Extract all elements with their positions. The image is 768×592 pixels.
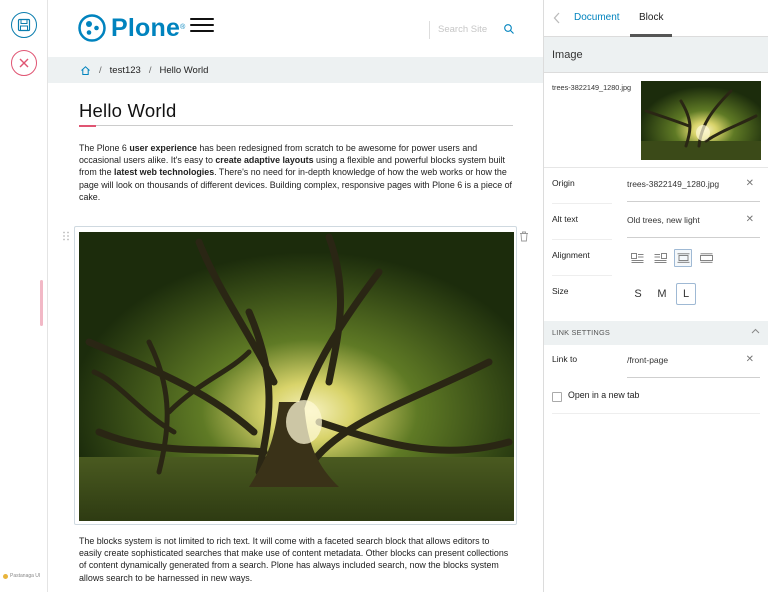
clear-link-icon[interactable]: ✕: [746, 354, 754, 365]
size-label: Size: [552, 286, 569, 296]
origin-value: trees-3822149_1280.jpg: [627, 179, 720, 189]
bold-text-run: create adaptive layouts: [215, 155, 314, 166]
align-left-icon: [630, 253, 643, 263]
size-options: S M L: [628, 283, 696, 305]
search-box: [429, 21, 529, 39]
logo-text: Plone®: [111, 14, 186, 42]
image-preview-row: trees-3822149_1280.jpg: [544, 73, 768, 168]
align-full-button[interactable]: [697, 249, 715, 267]
tree-image: [79, 232, 514, 521]
align-left-button[interactable]: [628, 249, 646, 267]
breadcrumb-item[interactable]: test123: [110, 65, 141, 76]
drag-handle-icon[interactable]: [62, 231, 70, 241]
cancel-button[interactable]: [11, 50, 37, 76]
link-to-input[interactable]: /front-page ✕: [627, 346, 760, 378]
bulb-icon: [3, 573, 8, 579]
breadcrumb-separator: /: [99, 64, 102, 76]
align-right-button[interactable]: [651, 249, 669, 267]
align-center-button[interactable]: [674, 249, 692, 267]
home-icon[interactable]: [80, 65, 91, 76]
alignment-options: [628, 249, 715, 267]
main-content: Plone® / test123 / Hello World Hello Wor…: [48, 0, 543, 592]
sidebar-section-title: Image: [544, 37, 768, 73]
site-logo[interactable]: Plone®: [78, 14, 185, 42]
text-block-1[interactable]: The Plone 6 user experience has been red…: [79, 142, 513, 203]
link-settings-header[interactable]: LINK SETTINGS: [544, 321, 768, 345]
edit-toolbar: Pastanaga UI: [0, 0, 48, 592]
powered-by: Pastanaga UI: [3, 573, 40, 579]
text-block-2[interactable]: The blocks system is not limited to rich…: [79, 535, 513, 584]
bold-text-run: latest web technologies: [114, 167, 215, 178]
menu-button[interactable]: [190, 18, 214, 33]
origin-label: Origin: [552, 178, 575, 188]
alt-text-input[interactable]: Old trees, new light ✕: [627, 206, 760, 238]
image-thumbnail: [641, 81, 761, 160]
powered-by-label: Pastanaga UI: [10, 573, 41, 579]
tab-document[interactable]: Document: [574, 12, 620, 23]
image-block[interactable]: [74, 226, 517, 525]
close-icon: [19, 58, 29, 68]
link-to-field: Link to /front-page ✕: [552, 346, 762, 380]
text-run: The Plone 6: [79, 143, 130, 153]
open-new-tab-label: Open in a new tab: [568, 390, 640, 400]
clear-alt-icon[interactable]: ✕: [746, 214, 754, 225]
size-large-button[interactable]: L: [676, 283, 696, 305]
chevron-left-icon[interactable]: [552, 12, 562, 24]
link-settings-title: LINK SETTINGS: [552, 328, 611, 337]
search-input[interactable]: [438, 22, 508, 37]
image-filename: trees-3822149_1280.jpg: [552, 83, 632, 92]
search-icon[interactable]: [503, 23, 515, 35]
plone-logo-icon: [78, 14, 106, 42]
open-new-tab-checkbox[interactable]: [552, 392, 562, 402]
align-full-icon: [699, 253, 713, 263]
tab-block[interactable]: Block: [639, 12, 663, 23]
document-body: Hello World The Plone 6 user experience …: [79, 100, 513, 203]
block-sidebar: Document Block Image trees-3822149_1280.…: [543, 0, 768, 592]
page-title[interactable]: Hello World: [79, 100, 513, 127]
breadcrumb-current: Hello World: [159, 64, 209, 76]
breadcrumb-separator: /: [148, 64, 152, 76]
origin-input[interactable]: trees-3822149_1280.jpg ✕: [627, 170, 760, 202]
size-medium-button[interactable]: M: [652, 283, 672, 305]
align-center-icon: [677, 253, 689, 263]
align-right-icon: [654, 253, 667, 263]
toolbar-scroll-indicator: [40, 280, 43, 326]
open-new-tab-option[interactable]: Open in a new tab: [552, 390, 760, 414]
alignment-label: Alignment: [552, 250, 590, 260]
chevron-up-icon[interactable]: [751, 327, 760, 336]
clear-origin-icon[interactable]: ✕: [746, 178, 754, 189]
trash-icon[interactable]: [519, 231, 529, 242]
link-to-value: /front-page: [627, 355, 669, 365]
origin-field: Origin trees-3822149_1280.jpg ✕: [552, 170, 762, 204]
link-to-label: Link to: [552, 354, 578, 364]
save-icon: [17, 18, 31, 32]
sidebar-tabs: Document Block: [544, 0, 768, 37]
save-button[interactable]: [11, 12, 37, 38]
size-small-button[interactable]: S: [628, 283, 648, 305]
breadcrumb: / test123 / Hello World: [48, 57, 543, 83]
bold-text-run: user experience: [129, 143, 197, 153]
alt-text-field: Alt text Old trees, new light ✕: [552, 206, 762, 240]
alt-text-label: Alt text: [552, 214, 578, 224]
alt-text-value: Old trees, new light: [627, 215, 700, 225]
